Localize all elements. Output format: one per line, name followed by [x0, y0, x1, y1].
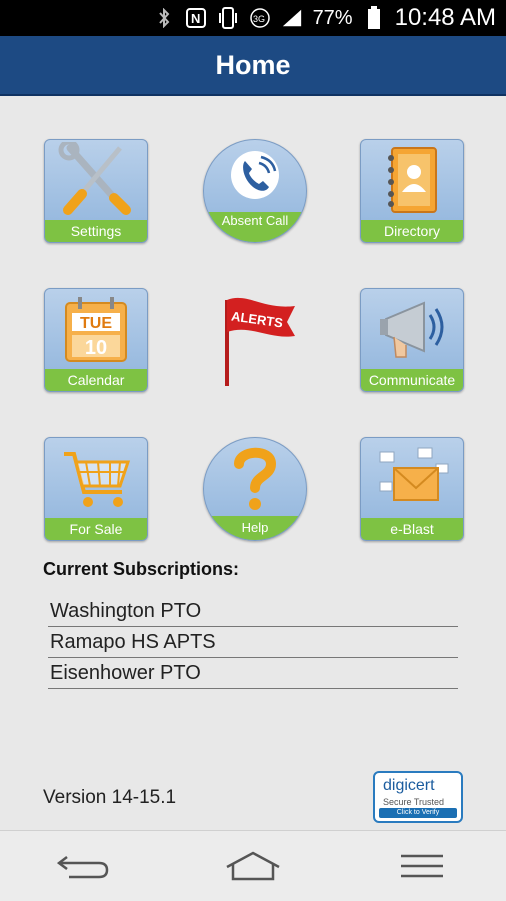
communicate-button[interactable]: Communicate — [360, 288, 464, 392]
clock: 10:48 AM — [394, 4, 496, 31]
settings-button[interactable]: Settings — [44, 139, 148, 243]
for-sale-tile[interactable]: For Sale — [44, 437, 148, 541]
digicert-verify: Click to Verify — [379, 808, 457, 818]
help-button[interactable]: Help — [203, 437, 307, 541]
digicert-badge[interactable]: digicert Secure Trusted Click to Verify — [373, 771, 463, 823]
e-blast-tile[interactable]: e-Blast — [360, 437, 464, 541]
directory-tile[interactable]: Directory — [360, 139, 464, 243]
3g-icon: 3G — [249, 7, 271, 29]
calendar-day: TUE — [80, 315, 112, 332]
svg-text:N: N — [191, 11, 200, 26]
e-blast-button[interactable]: e-Blast — [360, 437, 464, 541]
subscription-item[interactable]: Ramapo HS APTS — [48, 627, 458, 658]
signal-icon — [281, 7, 303, 29]
home-button[interactable] — [218, 841, 288, 891]
for-sale-button[interactable]: For Sale — [44, 437, 148, 541]
battery-icon — [363, 6, 385, 29]
megaphone-icon — [361, 289, 463, 369]
alerts-tile[interactable]: ALERTS — [203, 288, 307, 392]
calendar-icon: TUE 10 — [45, 289, 147, 369]
calendar-tile[interactable]: TUE 10 Calendar — [44, 288, 148, 392]
status-bar: N 3G 77% 10:48 AM — [0, 0, 506, 36]
calendar-button[interactable]: TUE 10 Calendar — [44, 288, 148, 392]
for-sale-label: For Sale — [45, 518, 147, 540]
envelope-icon — [361, 438, 463, 518]
settings-label: Settings — [45, 220, 147, 242]
alerts-flag-icon[interactable]: ALERTS — [203, 288, 307, 392]
svg-text:3G: 3G — [253, 14, 265, 24]
cart-icon — [45, 438, 147, 518]
subscription-item[interactable]: Eisenhower PTO — [48, 658, 458, 689]
directory-label: Directory — [361, 220, 463, 242]
tools-icon — [45, 140, 147, 220]
e-blast-label: e-Blast — [361, 518, 463, 540]
communicate-label: Communicate — [361, 369, 463, 391]
system-nav-bar — [0, 830, 506, 901]
digicert-tagline: Secure Trusted — [383, 797, 445, 807]
nfc-icon: N — [185, 7, 207, 29]
back-button[interactable] — [49, 841, 119, 891]
question-icon — [204, 438, 306, 518]
communicate-tile[interactable]: Communicate — [360, 288, 464, 392]
home-icon — [226, 851, 280, 881]
app-header: Home — [0, 36, 506, 96]
calendar-label: Calendar — [45, 369, 147, 391]
address-book-icon — [361, 140, 463, 220]
absent-call-tile[interactable]: Absent Call — [203, 139, 307, 243]
digicert-logo: digicert — [383, 777, 435, 794]
help-tile[interactable]: Help — [203, 437, 307, 541]
page-title: Home — [215, 49, 291, 80]
back-icon — [57, 856, 109, 879]
bluetooth-icon — [153, 7, 175, 29]
settings-tile[interactable]: Settings — [44, 139, 148, 243]
battery-percent: 77% — [312, 6, 353, 29]
subscription-item[interactable]: Washington PTO — [48, 596, 458, 627]
phone-icon — [204, 140, 306, 210]
subscriptions-title: Current Subscriptions: — [43, 559, 240, 579]
help-label: Help — [204, 516, 306, 540]
menu-icon — [400, 854, 443, 878]
subscriptions-list: Washington PTO Ramapo HS APTS Eisenhower… — [48, 596, 458, 689]
vibrate-icon — [217, 7, 239, 29]
version-text: Version 14-15.1 — [43, 787, 177, 808]
calendar-date: 10 — [85, 337, 107, 359]
directory-button[interactable]: Directory — [360, 139, 464, 243]
menu-button[interactable] — [387, 841, 457, 891]
absent-call-label: Absent Call — [204, 212, 306, 242]
absent-call-button[interactable]: Absent Call — [203, 139, 307, 243]
